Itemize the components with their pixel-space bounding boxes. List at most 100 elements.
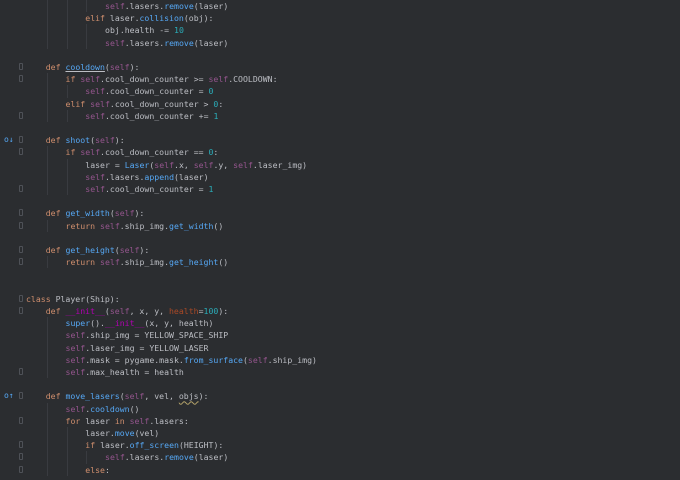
code-text[interactable]: def move_lasers(self, vel, objs):: [46, 390, 209, 402]
fold-marker-icon[interactable]: [19, 453, 23, 461]
indent-guide: [66, 451, 68, 464]
code-text[interactable]: self.cool_down_counter = 0: [85, 85, 213, 97]
code-line[interactable]: self.lasers.remove(laser): [0, 36, 680, 49]
fold-marker-icon[interactable]: [19, 258, 23, 266]
override-marker-icon[interactable]: o↑: [4, 390, 14, 402]
fold-marker-icon[interactable]: [19, 63, 23, 70]
code-text[interactable]: def __init__(self, x, y, health=100):: [46, 305, 228, 317]
code-text[interactable]: self.lasers.remove(laser): [105, 451, 228, 463]
code-text[interactable]: self.max_health = health: [66, 366, 184, 378]
code-text[interactable]: self.cool_down_counter += 1: [85, 110, 218, 122]
code-line[interactable]: self.laser_img = YELLOW_LASER: [0, 341, 680, 354]
code-text[interactable]: self.cool_down_counter = 1: [85, 183, 213, 195]
code-line[interactable]: self.cooldown(): [0, 402, 680, 415]
code-text[interactable]: obj.health -= 10: [105, 24, 184, 36]
code-text[interactable]: def get_width(self):: [46, 207, 145, 219]
code-line[interactable]: self.cool_down_counter += 1: [0, 109, 680, 122]
code-text[interactable]: class Player(Ship):: [26, 293, 120, 305]
code-text[interactable]: self.mask = pygame.mask.from_surface(sel…: [66, 354, 317, 366]
code-text[interactable]: else:: [85, 464, 110, 476]
code-editor[interactable]: self.lasers.remove(laser) elif laser.coll…: [0, 0, 680, 480]
code-line[interactable]: self.cool_down_counter = 1: [0, 183, 680, 196]
code-line[interactable]: if self.cool_down_counter >= self.COOLDO…: [0, 73, 680, 86]
fold-marker-icon[interactable]: [19, 392, 23, 400]
code-line[interactable]: return self.ship_img.get_height(): [0, 256, 680, 269]
fold-marker-icon[interactable]: [19, 221, 23, 229]
fold-marker-icon[interactable]: [19, 416, 23, 424]
code-line[interactable]: [0, 268, 680, 280]
code-line[interactable]: self.lasers.append(laser): [0, 170, 680, 183]
code-text[interactable]: self.lasers.append(laser): [85, 171, 208, 183]
fold-marker-icon[interactable]: [19, 294, 23, 302]
fold-marker-icon[interactable]: [19, 246, 23, 253]
code-line[interactable]: [0, 378, 680, 390]
indent-guide: [66, 85, 68, 98]
fold-marker-icon[interactable]: [19, 441, 23, 449]
code-line[interactable]: [0, 281, 680, 293]
code-line[interactable]: self.lasers.remove(laser): [0, 0, 680, 13]
code-line[interactable]: def __init__(self, x, y, health=100):: [0, 305, 680, 317]
code-text[interactable]: elif laser.collision(obj):: [85, 12, 213, 24]
code-text[interactable]: laser.move(vel): [85, 427, 159, 439]
code-line[interactable]: class Player(Ship):: [0, 293, 680, 305]
code-line[interactable]: elif laser.collision(obj):: [0, 12, 680, 25]
code-text[interactable]: def get_height(self):: [46, 244, 150, 256]
code-line[interactable]: [0, 195, 680, 207]
code-text[interactable]: def shoot(self):: [46, 134, 125, 146]
code-token: shoot: [65, 135, 91, 146]
code-line[interactable]: [0, 49, 680, 61]
fold-marker-icon[interactable]: [19, 136, 23, 144]
code-line[interactable]: obj.health -= 10: [0, 24, 680, 37]
code-text[interactable]: laser = Laser(self.x, self.y, self.laser…: [85, 159, 307, 171]
code-line[interactable]: if laser.off_screen(HEIGHT):: [0, 439, 680, 452]
code-text[interactable]: self.cooldown(): [66, 403, 140, 415]
code-line[interactable]: self.ship_img = YELLOW_SPACE_SHIP: [0, 329, 680, 342]
code-text[interactable]: if self.cool_down_counter == 0:: [66, 146, 219, 158]
fold-marker-icon[interactable]: [19, 75, 23, 83]
code-line[interactable]: self.lasers.remove(laser): [0, 451, 680, 464]
code-text[interactable]: for laser in self.lasers:: [66, 415, 189, 427]
code-line[interactable]: laser = Laser(self.x, self.y, self.laser…: [0, 158, 680, 171]
fold-marker-icon[interactable]: [19, 209, 23, 217]
code-line[interactable]: o↓ def shoot(self):: [0, 134, 680, 146]
code-text[interactable]: def cooldown(self):: [46, 61, 140, 73]
code-text[interactable]: self.lasers.remove(laser): [105, 0, 228, 12]
code-token: laser: [85, 415, 115, 426]
code-line[interactable]: for laser in self.lasers:: [0, 414, 680, 427]
code-text[interactable]: return self.ship_img.get_width(): [66, 220, 224, 232]
code-text[interactable]: self.ship_img = YELLOW_SPACE_SHIP: [66, 329, 229, 341]
code-line[interactable]: def get_width(self):: [0, 207, 680, 219]
code-text[interactable]: if self.cool_down_counter >= self.COOLDO…: [66, 73, 278, 85]
code-line[interactable]: else:: [0, 463, 680, 476]
code-line[interactable]: self.max_health = health: [0, 366, 680, 379]
fold-marker-icon[interactable]: [19, 111, 23, 119]
fold-marker-icon[interactable]: [19, 368, 23, 375]
indent-guide: [86, 0, 88, 13]
code-line[interactable]: def get_height(self):: [0, 244, 680, 256]
code-text[interactable]: self.laser_img = YELLOW_LASER: [66, 342, 209, 354]
code-line[interactable]: [0, 232, 680, 244]
override-marker-icon[interactable]: o↓: [4, 134, 14, 146]
code-line[interactable]: laser.move(vel): [0, 427, 680, 440]
fold-marker-icon[interactable]: [19, 307, 23, 314]
code-line[interactable]: [0, 122, 680, 134]
code-line[interactable]: return self.ship_img.get_width(): [0, 219, 680, 232]
code-line[interactable]: o↑ def move_lasers(self, vel, objs):: [0, 390, 680, 402]
indent-guide: [86, 24, 88, 37]
fold-marker-icon[interactable]: [19, 465, 23, 473]
code-line[interactable]: super().__init__(x, y, health): [0, 317, 680, 330]
indent-guide: [46, 329, 48, 342]
code-line[interactable]: def cooldown(self):: [0, 61, 680, 73]
code-line[interactable]: self.mask = pygame.mask.from_surface(sel…: [0, 353, 680, 366]
code-text[interactable]: return self.ship_img.get_height(): [66, 256, 229, 268]
code-line[interactable]: elif self.cool_down_counter > 0:: [0, 97, 680, 110]
code-token: ):: [139, 245, 150, 255]
code-line[interactable]: if self.cool_down_counter == 0:: [0, 146, 680, 159]
code-text[interactable]: self.lasers.remove(laser): [105, 37, 228, 49]
code-text[interactable]: elif self.cool_down_counter > 0:: [66, 98, 224, 110]
code-text[interactable]: super().__init__(x, y, health): [66, 317, 214, 329]
code-line[interactable]: self.cool_down_counter = 0: [0, 85, 680, 98]
code-text[interactable]: if laser.off_screen(HEIGHT):: [85, 439, 223, 451]
fold-marker-icon[interactable]: [19, 148, 23, 156]
fold-marker-icon[interactable]: [19, 185, 23, 192]
